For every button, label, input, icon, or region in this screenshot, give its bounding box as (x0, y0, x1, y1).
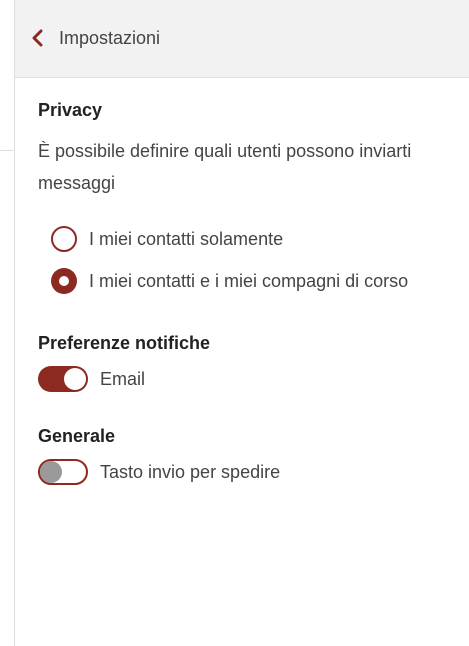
enter-to-send-toggle-row[interactable]: Tasto invio per spedire (38, 459, 458, 485)
radio-option-contacts-only[interactable]: I miei contatti solamente (51, 223, 458, 255)
general-title: Generale (38, 426, 116, 446)
notifications-title: Preferenze notifiche (38, 333, 211, 353)
privacy-section: Privacy È possibile definire quali utent… (38, 100, 458, 297)
radio-unchecked-icon[interactable] (51, 226, 77, 252)
toggle-knob (64, 368, 86, 390)
divider-stub (0, 150, 14, 151)
settings-content: Privacy È possibile definire quali utent… (38, 100, 458, 485)
radio-checked-icon[interactable] (51, 268, 77, 294)
chevron-left-icon (29, 29, 45, 47)
radio-label: I miei contatti solamente (89, 229, 284, 249)
notifications-section: Preferenze notifiche Email (38, 333, 458, 392)
radio-option-contacts-and-classmates[interactable]: I miei contatti e i miei compagni di cor… (51, 265, 458, 297)
privacy-radio-group: I miei contatti solamente I miei contatt… (51, 223, 458, 297)
back-button[interactable]: Impostazioni (29, 18, 160, 58)
toggle-knob (40, 461, 62, 483)
email-toggle-label: Email (100, 368, 146, 389)
radio-label: I miei contatti e i miei compagni di cor… (89, 271, 409, 291)
settings-header: Impostazioni (15, 0, 469, 78)
settings-panel: Impostazioni Privacy È possibile definir… (0, 0, 469, 646)
privacy-description: È possibile definire quali utenti posson… (38, 141, 412, 193)
enter-to-send-label: Tasto invio per spedire (100, 461, 281, 482)
enter-to-send-toggle[interactable] (38, 459, 88, 485)
back-label: Impostazioni (59, 27, 161, 48)
email-toggle[interactable] (38, 366, 88, 392)
privacy-title: Privacy (38, 100, 103, 120)
general-section: Generale Tasto invio per spedire (38, 426, 458, 485)
panel-divider (14, 0, 15, 646)
email-toggle-row[interactable]: Email (38, 366, 458, 392)
